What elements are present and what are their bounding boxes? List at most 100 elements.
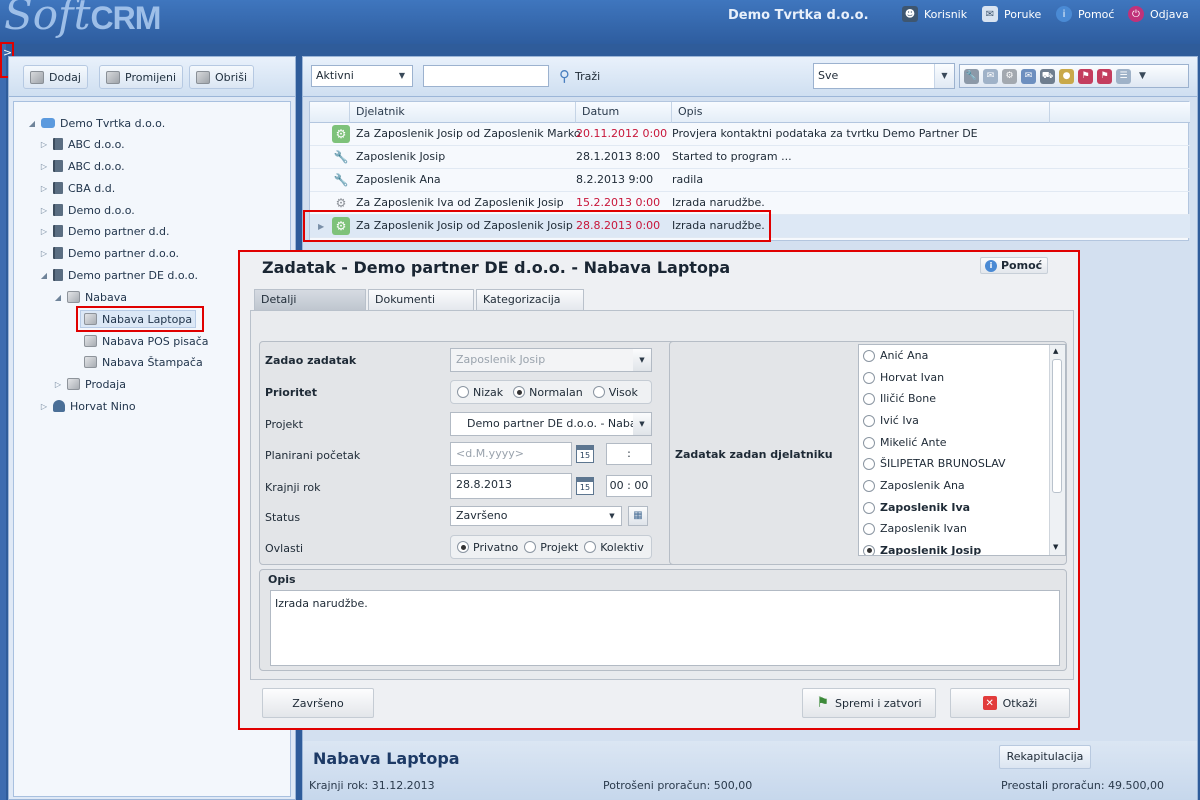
project-select[interactable]: Demo partner DE d.o.o. - Nabava ▼ [450,412,652,436]
assigned-by-select[interactable]: Zaposlenik Josip ▼ [450,348,652,372]
priority-high-radio[interactable]: Visok [592,386,638,399]
cell-date: 8.2.2013 9:00 [576,173,654,186]
mail-icon[interactable]: ✉ [983,68,998,84]
radio-selected-icon [457,541,469,553]
wrench-icon[interactable]: 🔧 [964,68,979,84]
scroll-up-icon[interactable]: ▲ [1053,347,1058,355]
search-input[interactable] [423,65,549,87]
tree-company[interactable]: ◢ Demo partner DE d.o.o. [40,266,198,284]
scroll-down-icon[interactable]: ▼ [1053,543,1058,551]
tree-company[interactable]: ▷ Demo partner d.o.o. [40,244,179,262]
summary-panel: Nabava Laptopa Rekapitulacija Krajnji ro… [303,741,1197,800]
tree-item[interactable]: Nabava POS pisača [84,332,209,350]
cell-employee: Zaposlenik Ana [356,173,441,186]
car-icon[interactable]: ⛟ [1040,68,1055,84]
tree-root[interactable]: ◢ Demo Tvrtka d.o.o. [28,114,165,132]
recap-button[interactable]: Rekapitulacija [999,745,1091,769]
employee-option[interactable]: Ivić Iva [863,414,919,427]
employee-option[interactable]: Anić Ana [863,349,928,362]
grid-header-desc[interactable]: Opis [672,102,1050,123]
flag-icon[interactable]: ⚑ [1078,68,1093,84]
action-icon-bar: 🔧 ✉ ⚙ ✉ ⛟ ● ⚑ ⚑ ☰ ▼ [959,64,1189,88]
nav-logout[interactable]: ⏻ Odjava [1128,6,1189,22]
chevron-down-icon[interactable]: ▼ [1135,69,1150,84]
rights-project-radio[interactable]: Projekt [524,541,578,554]
employee-option[interactable]: Zaposlenik Ivan [863,522,967,535]
employee-option[interactable]: Zaposlenik Iva [863,501,970,514]
complete-button[interactable]: Završeno [262,688,374,718]
start-date-input[interactable]: <d.M.yyyy> [450,442,572,466]
save-close-button[interactable]: ⚑ Spremi i zatvori [802,688,936,718]
coins-icon[interactable]: ● [1059,68,1074,84]
scroll-thumb[interactable] [1052,359,1062,493]
user-icon: ☻ [902,6,918,22]
employee-list-scrollbar[interactable]: ▲ ▼ [1049,345,1065,555]
calendar-icon[interactable]: 15 [576,445,594,463]
tab-dokumenti[interactable]: Dokumenti [368,289,474,310]
expand-arrow-icon: ▷ [40,205,48,215]
edit-list-icon[interactable]: ☰ [1116,68,1131,84]
tree-person[interactable]: ▷ Horvat Nino [40,397,136,415]
employee-option[interactable]: Horvat Ivan [863,371,944,384]
status-filter-select[interactable]: Aktivni ▼ [311,65,413,87]
power-icon: ⏻ [1128,6,1144,22]
nav-user[interactable]: ☻ Korisnik [902,6,967,22]
book-icon [53,225,63,237]
employee-name: Mikelić Ante [880,436,947,449]
cancel-button[interactable]: ✕ Otkaži [950,688,1070,718]
status-calendar-button[interactable]: ▦ [628,506,648,526]
edit-button[interactable]: Promijeni [99,65,184,89]
tree-company[interactable]: ▷ Demo d.o.o. [40,201,135,219]
add-button[interactable]: Dodaj [23,65,88,89]
tree-group-prodaja[interactable]: ▷ Prodaja [54,375,126,393]
employee-option[interactable]: Zaposlenik Ana [863,479,965,492]
tree-company[interactable]: ▷ Demo partner d.d. [40,222,170,240]
chevron-down-icon: ▼ [633,349,651,371]
grid-header-employee[interactable]: Djelatnik [350,102,576,123]
employee-name: Iličić Bone [880,392,937,405]
rights-collective-radio[interactable]: Kolektiv [584,541,644,554]
rights-private-radio[interactable]: Privatno [457,541,518,554]
deadline-time-input[interactable]: 00 : 00 [606,475,652,497]
table-row[interactable]: ⚙ Za Zaposlenik Josip od Zaposlenik Mark… [310,123,1190,146]
employee-option[interactable]: ŠILIPETAR BRUNOSLAV [863,457,1006,470]
priority-low-radio[interactable]: Nizak [457,386,503,399]
priority-normal-radio[interactable]: Normalan [513,386,583,399]
description-textarea[interactable]: Izrada narudžbe. [270,590,1060,666]
dialog-help-button[interactable]: i Pomoć [980,257,1048,274]
calendar-icon[interactable]: 15 [576,477,594,495]
task-gear-icon: ⚙ [332,125,350,143]
nav-messages[interactable]: ✉ Poruke [982,6,1041,22]
tree-item[interactable]: Nabava Štampača [84,353,203,371]
tree-group-nabava[interactable]: ◢ Nabava [54,288,127,306]
nav-messages-label: Poruke [1004,7,1042,21]
tree-company[interactable]: ▷ CBA d.d. [40,179,115,197]
deadline-date-input[interactable]: 28.8.2013 [450,473,572,499]
search-button[interactable]: ⚲ Traži [559,65,600,87]
radio-icon [863,392,875,405]
status-select[interactable]: Završeno ▼ [450,506,622,526]
tree-item-label: Nabava Štampača [102,355,203,369]
envelope-icon[interactable]: ✉ [1021,68,1036,84]
start-time-input[interactable]: : [606,443,652,465]
employee-option[interactable]: Iličić Bone [863,392,936,405]
app-logo: SoftCRM [4,0,161,39]
grid-header-date[interactable]: Datum [576,102,672,123]
employee-option[interactable]: Mikelić Ante [863,436,947,449]
delete-button[interactable]: Obriši [189,65,255,89]
tab-detalji[interactable]: Detalji [254,289,366,310]
table-row[interactable]: 🔧 Zaposlenik Josip 28.1.2013 8:00 Starte… [310,146,1190,169]
tab-kategorizacija[interactable]: Kategorizacija [476,289,584,310]
gear-icon[interactable]: ⚙ [1002,68,1017,84]
tree-company[interactable]: ▷ ABC d.o.o. [40,135,125,153]
table-row[interactable]: 🔧 Zaposlenik Ana 8.2.2013 9:00 radila [310,169,1190,192]
employee-option-selected[interactable]: Zaposlenik Josip [863,544,981,555]
tree-company[interactable]: ▷ ABC d.o.o. [40,157,125,175]
flag-icon[interactable]: ⚑ [1097,68,1112,84]
tree-company-label: Demo d.o.o. [68,203,135,217]
type-filter-select[interactable]: Sve ▼ [813,63,955,89]
nav-help[interactable]: i Pomoć [1056,6,1114,22]
tab-panel: Zadao zadatak Zaposlenik Josip ▼ Priorite… [250,310,1074,680]
expand-arrow-icon: ▷ [40,401,48,411]
cell-desc: Provjera kontaktni podataka za tvrtku De… [672,127,978,140]
